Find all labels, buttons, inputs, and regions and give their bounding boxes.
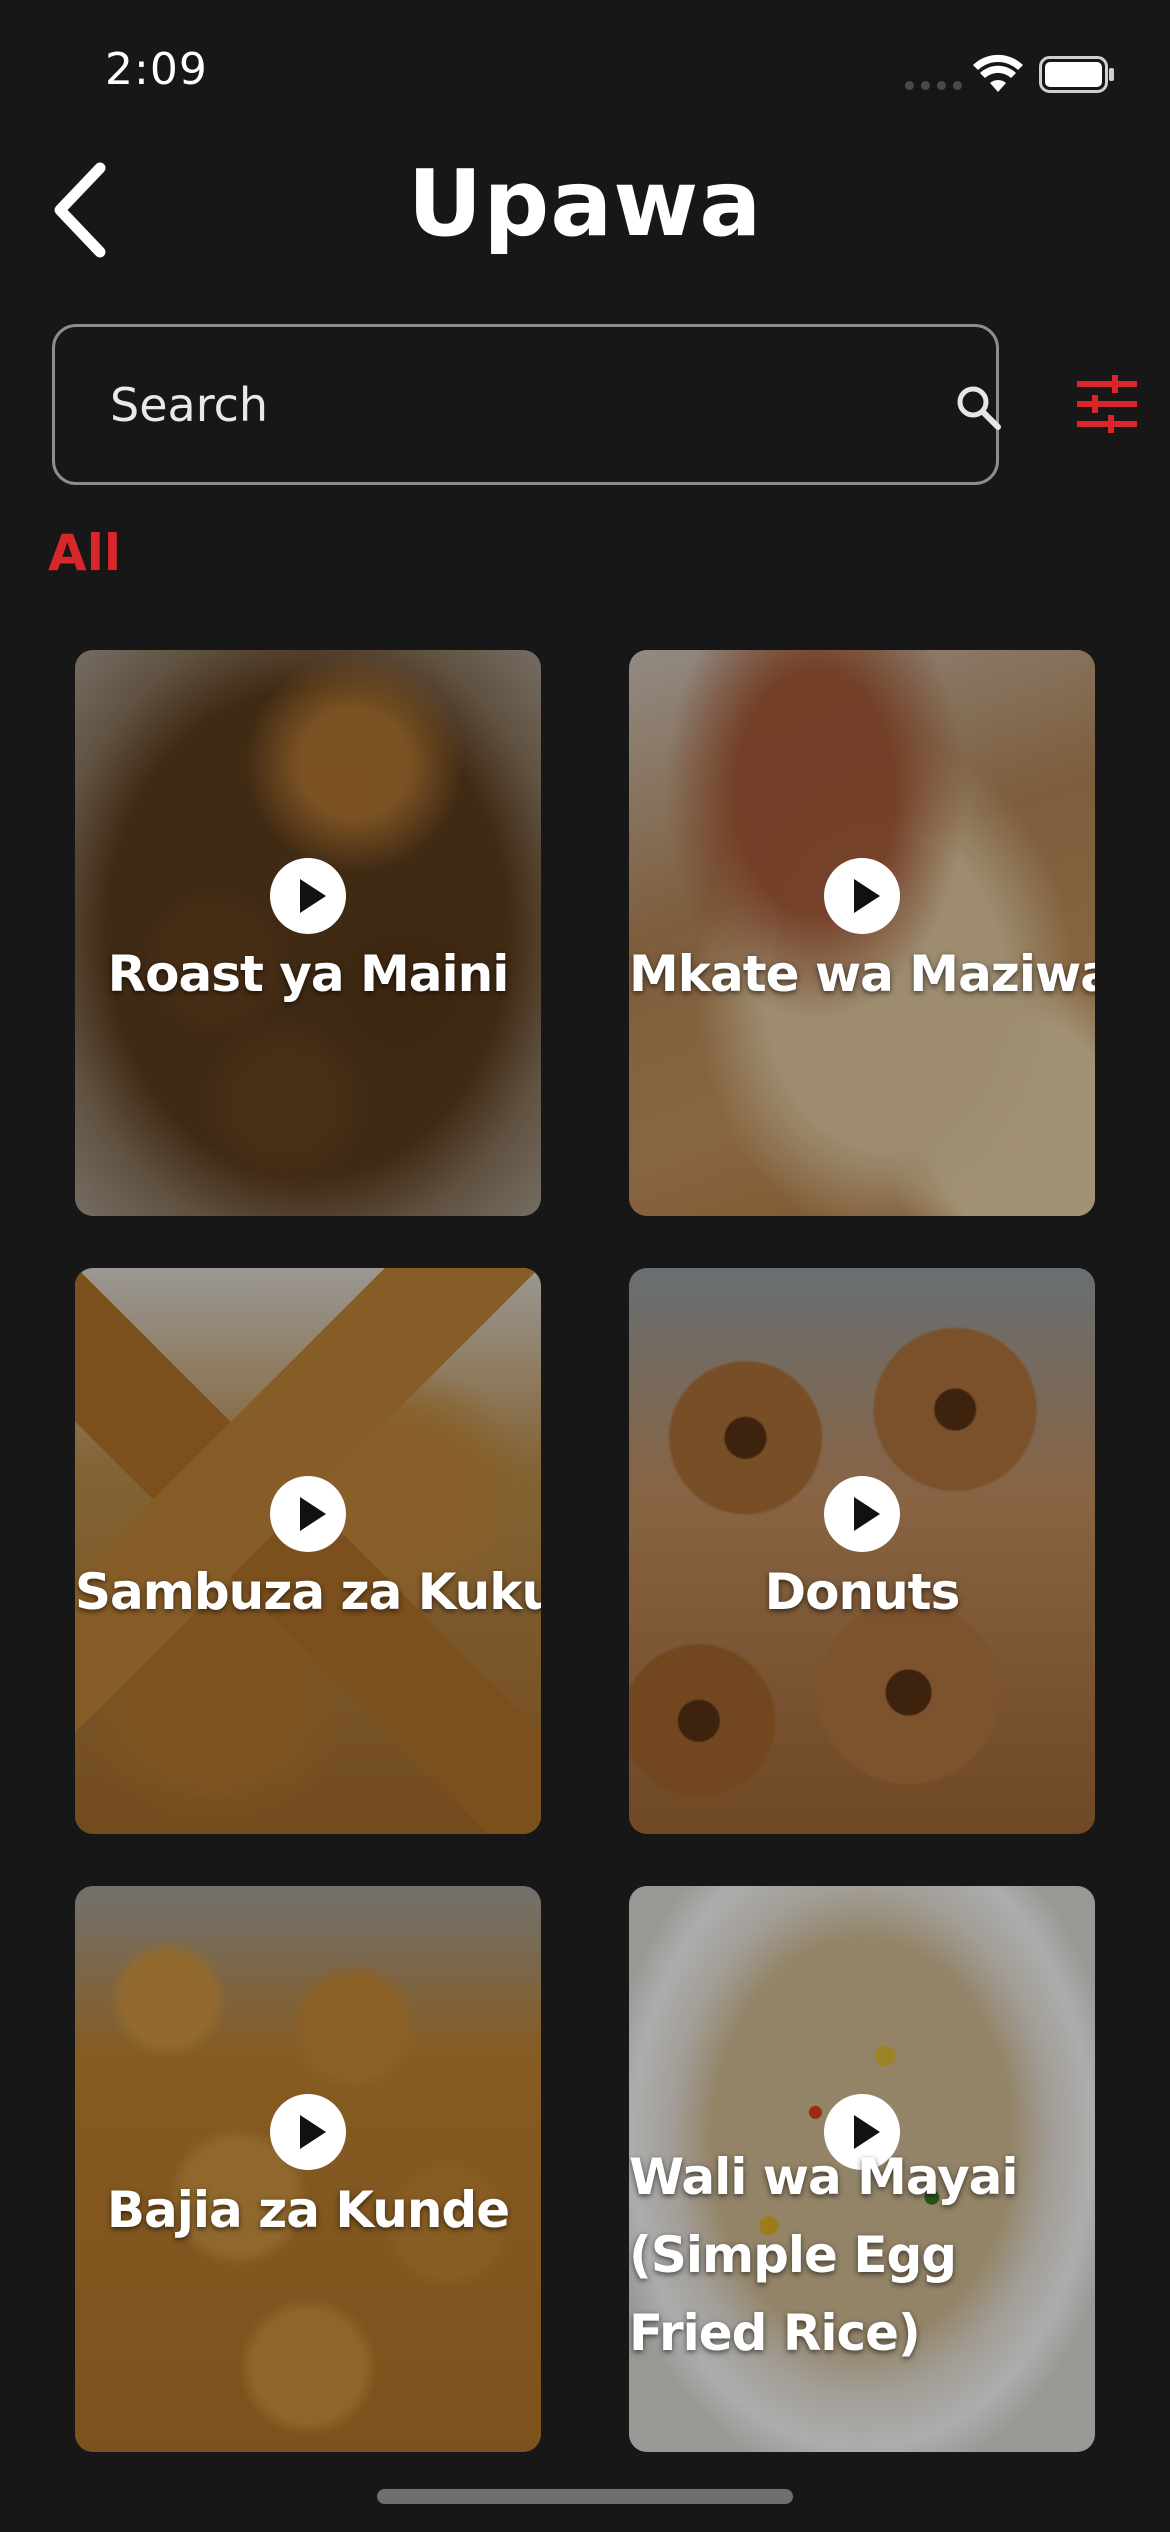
wifi-icon (973, 54, 1023, 92)
search-bar (52, 324, 1001, 485)
search-input[interactable] (110, 327, 890, 482)
recipe-card[interactable]: Bajia za Kunde (75, 1886, 541, 2452)
page-title: Upawa (407, 150, 763, 257)
recipe-card[interactable]: Wali wa Mayai (Simple Egg Fried Rice) (629, 1886, 1095, 2452)
recipe-title: Roast ya Maini (107, 945, 510, 1003)
play-icon[interactable] (270, 2094, 346, 2170)
recipe-title: Wali wa Mayai (Simple Egg Fried Rice) (629, 2148, 1019, 2362)
recipe-card[interactable]: Sambuza za Kuku (75, 1268, 541, 1834)
recipe-title: Sambuza za Kuku (75, 1563, 541, 1621)
screen: 2:09 Upawa All (0, 0, 1170, 2532)
battery-icon (1039, 56, 1114, 93)
recipe-title: Mkate wa Maziwa (629, 945, 1095, 1003)
recipe-card[interactable]: Roast ya Maini (75, 650, 541, 1216)
recipe-grid: Roast ya Maini Mkate wa Maziwa Sambuza z… (75, 650, 1095, 2452)
recipe-title: Bajia za Kunde (106, 2181, 510, 2239)
recipe-card[interactable]: Mkate wa Maziwa (629, 650, 1095, 1216)
play-icon[interactable] (270, 858, 346, 934)
play-icon[interactable] (824, 858, 900, 934)
cellular-signal-icon (905, 81, 962, 90)
home-indicator (377, 2489, 793, 2504)
filter-sliders-icon[interactable] (1075, 372, 1139, 436)
recipe-card[interactable]: Donuts (629, 1268, 1095, 1834)
search-icon[interactable] (953, 382, 1003, 432)
category-tab-all[interactable]: All (48, 524, 121, 582)
play-icon[interactable] (824, 1476, 900, 1552)
recipe-title: Donuts (764, 1563, 961, 1621)
play-icon[interactable] (270, 1476, 346, 1552)
status-time: 2:09 (105, 44, 208, 95)
